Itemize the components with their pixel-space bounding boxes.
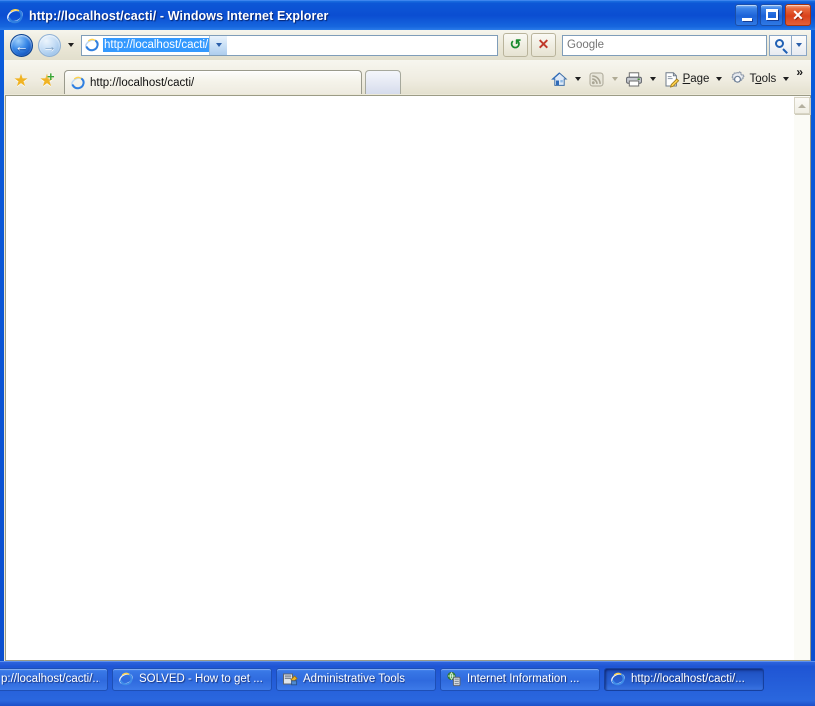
- taskbar-item-internet-information-services[interactable]: Internet Information ...: [440, 667, 600, 691]
- tools-dropdown-button[interactable]: [782, 69, 790, 89]
- forward-arrow-icon: →: [38, 34, 61, 57]
- search-provider-dropdown[interactable]: [792, 34, 807, 56]
- close-icon: ✕: [792, 7, 804, 23]
- chevron-down-icon: [611, 77, 618, 81]
- taskbar-item-label: Administrative Tools: [303, 673, 406, 685]
- page-edit-icon: [663, 71, 680, 88]
- refresh-icon: ↺: [509, 36, 522, 52]
- chevron-down-icon: [716, 77, 723, 81]
- internet-explorer-icon: [118, 671, 134, 687]
- print-dropdown-button[interactable]: [649, 69, 657, 89]
- back-arrow-icon: ←: [10, 34, 33, 57]
- stop-button[interactable]: ✕: [531, 33, 556, 57]
- taskbar: p://localhost/cacti/... SOLVED - How to …: [0, 661, 815, 706]
- chevron-down-icon: [574, 77, 581, 81]
- title-bar[interactable]: http://localhost/cacti/ - Windows Intern…: [0, 0, 815, 30]
- taskbar-item-label: http://localhost/cacti/...: [631, 673, 745, 685]
- taskbar-item-administrative-tools[interactable]: Administrative Tools: [276, 667, 436, 691]
- admin-tools-icon: [282, 671, 298, 687]
- window-client-area: ← → http://localhost/cacti/ ↺ ✕ Google ★…: [4, 30, 811, 662]
- internet-explorer-icon: [610, 671, 626, 687]
- new-tab-button[interactable]: [365, 70, 401, 94]
- star-icon: ★: [13, 71, 29, 90]
- search-icon: [775, 38, 784, 48]
- page-content[interactable]: [5, 95, 794, 661]
- taskbar-item-cacti-clipped[interactable]: p://localhost/cacti/...: [0, 667, 108, 691]
- home-button[interactable]: [549, 68, 570, 90]
- window-controls: ✕: [735, 4, 811, 26]
- tools-menu-button[interactable]: Tools: [727, 68, 778, 90]
- navigation-bar: ← → http://localhost/cacti/ ↺ ✕ Google: [4, 30, 811, 60]
- page-viewport: [4, 94, 811, 662]
- forward-button[interactable]: →: [36, 31, 64, 59]
- scroll-up-button[interactable]: [794, 97, 810, 114]
- stop-icon: ✕: [537, 36, 550, 52]
- tab-label: http://localhost/cacti/: [90, 76, 195, 89]
- vertical-scrollbar[interactable]: [794, 95, 811, 661]
- add-to-favorites-button[interactable]: ★ +: [34, 64, 60, 94]
- close-button[interactable]: ✕: [785, 4, 811, 26]
- page-dropdown-button[interactable]: [715, 69, 723, 89]
- tab-bar: ★ ★ + http://localhost/cacti/ Page Tools…: [4, 60, 811, 94]
- address-bar[interactable]: http://localhost/cacti/: [81, 34, 498, 56]
- tools-menu-label: Tools: [749, 73, 777, 85]
- rss-feed-icon: [588, 71, 605, 88]
- chevron-down-icon: [68, 43, 74, 47]
- page-icon: [84, 37, 100, 53]
- home-dropdown-button[interactable]: [574, 69, 582, 89]
- taskbar-item-label: p://localhost/cacti/...: [1, 673, 100, 685]
- page-menu-label: Page: [682, 73, 710, 85]
- printer-icon: [625, 71, 643, 88]
- search-input[interactable]: [563, 38, 766, 52]
- refresh-button[interactable]: ↺: [503, 33, 528, 57]
- taskbar-buttons: p://localhost/cacti/... SOLVED - How to …: [0, 667, 764, 691]
- feeds-button[interactable]: [586, 68, 607, 90]
- internet-explorer-icon: [70, 75, 86, 91]
- chevron-down-icon: [796, 43, 802, 47]
- feeds-dropdown-button[interactable]: [611, 69, 619, 89]
- iis-icon: [446, 671, 462, 687]
- favorites-center-button[interactable]: ★: [8, 64, 34, 94]
- minimize-button[interactable]: [735, 4, 758, 26]
- chevron-down-icon: [649, 77, 656, 81]
- plus-icon: +: [47, 69, 55, 84]
- chevron-down-icon: [215, 43, 222, 47]
- taskbar-item-solved-howto[interactable]: SOLVED - How to get ...: [112, 667, 272, 691]
- taskbar-item-cacti-active[interactable]: http://localhost/cacti/...: [604, 667, 764, 691]
- screen: http://localhost/cacti/ - Windows Intern…: [0, 0, 815, 706]
- browser-window: http://localhost/cacti/ - Windows Intern…: [0, 0, 815, 662]
- chevron-down-icon: [783, 77, 790, 81]
- home-icon: [550, 71, 568, 88]
- recent-pages-button[interactable]: [64, 31, 78, 59]
- scroll-up-icon: [798, 103, 806, 108]
- address-dropdown-button[interactable]: [209, 35, 228, 55]
- page-menu-button[interactable]: Page: [661, 68, 712, 90]
- command-bar: Page Tools »: [549, 64, 807, 94]
- maximize-icon: [766, 9, 778, 20]
- taskbar-item-label: SOLVED - How to get ...: [139, 673, 263, 685]
- maximize-button[interactable]: [760, 4, 783, 26]
- search-go-button[interactable]: [769, 34, 792, 56]
- minimize-icon: [742, 18, 752, 21]
- more-commands-button[interactable]: »: [796, 64, 803, 78]
- internet-explorer-icon: [6, 7, 24, 25]
- search-box[interactable]: [562, 34, 767, 56]
- back-button[interactable]: ←: [8, 31, 36, 59]
- tab-cacti[interactable]: http://localhost/cacti/: [64, 70, 362, 94]
- window-title: http://localhost/cacti/ - Windows Intern…: [29, 8, 329, 23]
- taskbar-item-label: Internet Information ...: [467, 673, 580, 685]
- gear-icon: [729, 70, 746, 88]
- print-button[interactable]: [623, 68, 645, 90]
- address-input-value[interactable]: http://localhost/cacti/: [103, 38, 210, 52]
